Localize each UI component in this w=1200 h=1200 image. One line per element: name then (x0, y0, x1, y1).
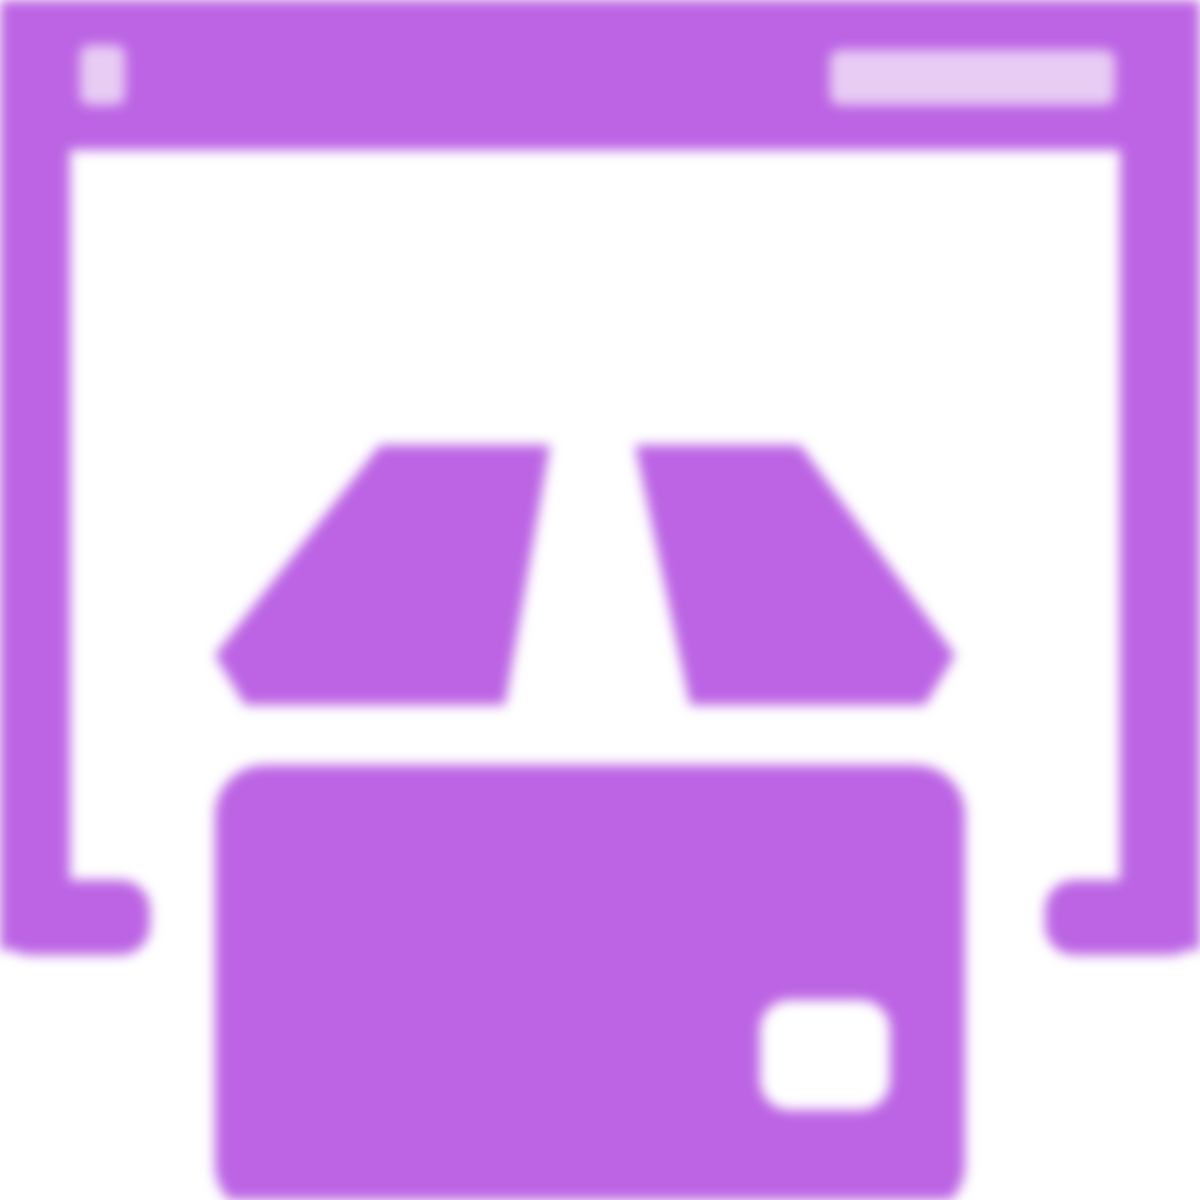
frame-bottom-left-corner (0, 880, 150, 955)
frame-left-side (0, 0, 70, 950)
package-box (215, 445, 965, 1200)
box-label (760, 1000, 890, 1110)
box-right-flap (635, 445, 955, 705)
frame-bottom-right-corner (1045, 880, 1200, 955)
title-bar-dot (80, 45, 125, 105)
title-bar-address (830, 50, 1115, 105)
box-left-flap (215, 445, 550, 705)
box-body (215, 765, 965, 1200)
browser-package-icon (0, 0, 1200, 1200)
frame-right-side (1120, 0, 1200, 950)
icon-canvas (0, 0, 1200, 1200)
